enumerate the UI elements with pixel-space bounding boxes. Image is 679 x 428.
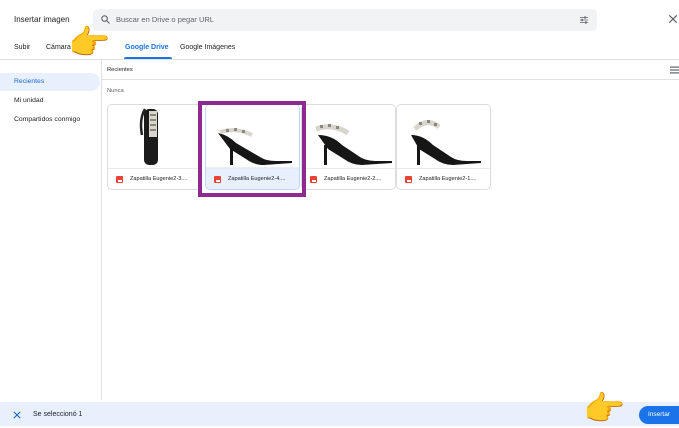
sidebar-item-label: Compartidos conmigo [14,116,81,123]
file-name: Zapatilla Eugenie2-3.... [130,176,188,182]
image-thumbnail [108,105,201,167]
list-view-icon[interactable] [670,66,679,74]
sidebar-item-recientes[interactable]: Recientes [0,73,100,91]
image-thumbnail [302,105,395,167]
close-icon[interactable] [665,11,679,27]
insert-button[interactable]: Insertar [639,406,679,424]
image-file-icon [405,176,412,183]
breadcrumb: Recientes [107,67,133,73]
image-file-icon [310,176,317,183]
pointing-hand-icon: 👉 [583,390,626,428]
sidebar-item-mi-unidad[interactable]: Mi unidad [0,92,100,110]
file-name: Zapatilla Eugenie2-2.... [324,176,382,182]
image-file-icon [116,176,123,183]
dialog-title: Insertar imagen [14,15,70,24]
file-name: Zapatilla Eugenie2-1.... [419,176,477,182]
selection-bar [0,402,679,426]
sidebar-item-compartidos[interactable]: Compartidos conmigo [0,111,100,129]
file-card-footer: Zapatilla Eugenie2-3.... [108,168,201,189]
breadcrumb-divider [102,79,679,80]
image-thumbnail [397,105,490,167]
sidebar-item-label: Recientes [14,78,45,85]
pointing-hand-icon: 👉 [68,24,111,62]
section-label: Nunca [107,88,124,94]
tab-google-drive[interactable]: Google Drive [125,44,169,51]
search-box[interactable]: Buscar en Drive o pegar URL [93,9,597,31]
file-card[interactable]: Zapatilla Eugenie2-3.... [107,104,202,190]
file-card[interactable]: Zapatilla Eugenie2-1.... [396,104,491,190]
selection-count: Se seleccionó 1 [33,411,83,418]
tune-icon[interactable] [579,15,589,25]
sidebar-divider [101,60,102,400]
clear-selection-icon[interactable] [12,410,22,420]
highlight-box [198,101,306,197]
tab-subir[interactable]: Subir [14,44,30,51]
tab-google-imagenes[interactable]: Google Imágenes [180,44,235,51]
file-card[interactable]: Zapatilla Eugenie2-2.... [301,104,396,190]
search-input[interactable]: Buscar en Drive o pegar URL [116,15,214,24]
file-card-footer: Zapatilla Eugenie2-1.... [397,168,490,189]
sidebar-item-label: Mi unidad [14,97,44,104]
file-card-footer: Zapatilla Eugenie2-2.... [302,168,395,189]
